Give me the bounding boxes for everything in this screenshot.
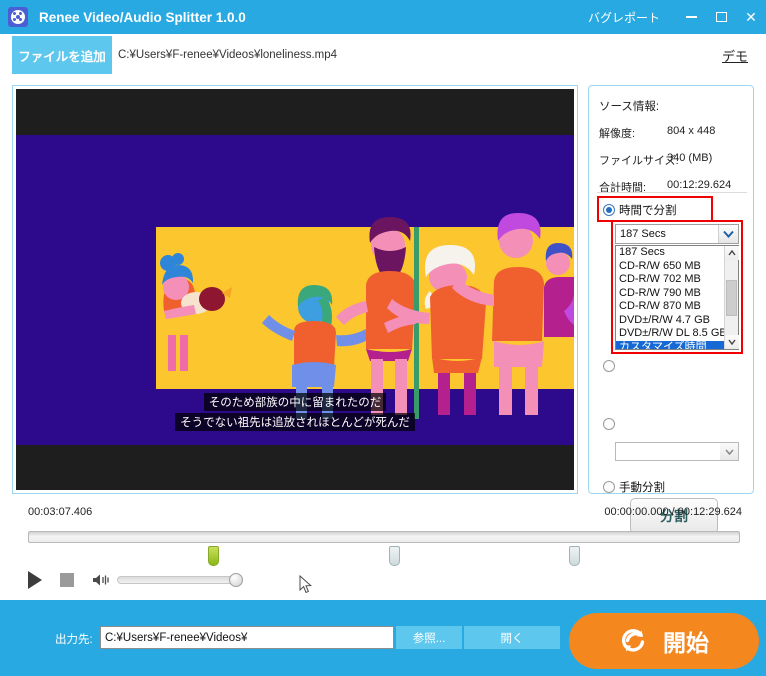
radio-time-split[interactable]: 時間で分割: [603, 202, 677, 218]
stop-icon[interactable]: [60, 573, 74, 587]
current-time-label: 00:03:07.406: [28, 506, 93, 518]
volume-slider[interactable]: [117, 573, 243, 587]
info-row-filesize: ファイルサイズ: 340 (MB): [599, 152, 749, 168]
maximize-button[interactable]: [706, 0, 736, 34]
subtitle-block: そのため部族の中に留まれたのだ そうでない祖先は追放されほとんどが死んだ: [16, 393, 574, 431]
bug-report-link[interactable]: バグレポート: [588, 9, 660, 26]
minimize-button[interactable]: [676, 0, 706, 34]
split-value-dropdown-list[interactable]: 187 Secs CD-R/W 650 MB CD-R/W 702 MB CD-…: [615, 245, 739, 350]
mouse-cursor: [299, 575, 312, 594]
radio-count-split[interactable]: [603, 418, 619, 430]
timeline-marker-2[interactable]: [389, 546, 400, 566]
secondary-combobox[interactable]: [615, 442, 739, 461]
main-body: そのため部族の中に留まれたのだ そうでない祖先は追放されほとんどが死んだ ソース…: [0, 76, 766, 600]
volume-slider-thumb[interactable]: [229, 573, 243, 587]
dropdown-item-3[interactable]: CD-R/W 790 MB: [616, 287, 724, 301]
volume-icon[interactable]: [92, 573, 110, 587]
timeline-scrubber[interactable]: [28, 531, 740, 543]
chevron-down-icon[interactable]: [718, 225, 738, 243]
panel-divider: [597, 192, 747, 193]
options-panel: ソース情報: 解像度: 804 x 448 ファイルサイズ: 340 (MB) …: [588, 85, 754, 534]
title-bar: Renee Video/Audio Splitter 1.0.0 バグレポート …: [0, 0, 766, 34]
browse-button[interactable]: 参照...: [396, 626, 462, 649]
split-value-combobox[interactable]: 187 Secs: [615, 224, 739, 244]
current-file-path: C:¥Users¥F-renee¥Videos¥loneliness.mp4: [118, 49, 338, 61]
dropdown-item-5[interactable]: DVD±/R/W 4.7 GB: [616, 314, 724, 328]
refresh-circular-arrow-icon: [619, 626, 649, 656]
radio-manual-split[interactable]: 手動分割: [603, 479, 665, 495]
source-info-title: ソース情報:: [599, 101, 660, 113]
dropdown-item-4[interactable]: CD-R/W 870 MB: [616, 300, 724, 314]
info-row-resolution: 解像度: 804 x 448: [599, 125, 749, 141]
dropdown-item-1[interactable]: CD-R/W 650 MB: [616, 260, 724, 274]
dropdown-item-0[interactable]: 187 Secs: [616, 246, 724, 260]
filesize-label: ファイルサイズ:: [599, 155, 679, 167]
app-film-reel-icon: [8, 7, 28, 27]
subtitle-line-1: そのため部族の中に留まれたのだ: [203, 393, 387, 411]
radio-manual-split-label: 手動分割: [619, 482, 665, 494]
radio-time-split-indicator: [603, 204, 615, 216]
filesize-value: 340 (MB): [667, 152, 713, 164]
timeline-marker-active[interactable]: [208, 546, 219, 566]
dropdown-items: 187 Secs CD-R/W 650 MB CD-R/W 702 MB CD-…: [616, 246, 724, 349]
video-preview-panel[interactable]: そのため部族の中に留まれたのだ そうでない祖先は追放されほとんどが死んだ: [12, 85, 578, 494]
radio-count-split-indicator: [603, 418, 615, 430]
radio-manual-split-indicator: [603, 481, 615, 493]
app-title: Renee Video/Audio Splitter 1.0.0: [39, 9, 246, 25]
footer-bar: 出力先: 参照... 開く 開始: [0, 600, 766, 676]
scroll-up-icon[interactable]: [724, 246, 739, 260]
scrollbar-thumb[interactable]: [726, 280, 737, 316]
scroll-down-icon[interactable]: [724, 335, 739, 349]
radio-time-split-label: 時間で分割: [619, 205, 677, 217]
add-file-button[interactable]: ファイルを追加: [12, 36, 112, 74]
play-icon[interactable]: [28, 571, 42, 589]
close-icon[interactable]: ✕: [736, 0, 766, 34]
dropdown-item-2[interactable]: CD-R/W 702 MB: [616, 273, 724, 287]
radio-size-split-indicator: [603, 360, 615, 372]
open-folder-button[interactable]: 開く: [464, 626, 560, 649]
start-button-label: 開始: [663, 630, 709, 656]
radio-size-split[interactable]: [603, 360, 619, 372]
dropdown-scrollbar[interactable]: [724, 246, 739, 349]
source-info-block: ソース情報: 解像度: 804 x 448 ファイルサイズ: 340 (MB) …: [599, 98, 749, 206]
video-screen[interactable]: そのため部族の中に留まれたのだ そうでない祖先は追放されほとんどが死んだ: [16, 89, 574, 490]
resolution-value: 804 x 448: [667, 125, 716, 137]
start-button[interactable]: 開始: [569, 613, 759, 669]
dropdown-item-6[interactable]: DVD±/R/W DL 8.5 GB: [616, 327, 724, 341]
toolbar: ファイルを追加 C:¥Users¥F-renee¥Videos¥loneline…: [0, 34, 766, 76]
dropdown-item-7[interactable]: カスタマイズ時間: [616, 340, 724, 349]
video-frame: そのため部族の中に留まれたのだ そうでない祖先は追放されほとんどが死んだ: [16, 135, 574, 445]
resolution-label: 解像度:: [599, 128, 636, 140]
output-path-label: 出力先:: [55, 634, 93, 646]
timeline-marker-3[interactable]: [569, 546, 580, 566]
transport-controls: [28, 571, 243, 589]
secondary-chevron-down-icon[interactable]: [720, 443, 738, 460]
subtitle-line-2: そうでない祖先は追放されほとんどが死んだ: [175, 413, 415, 431]
output-path-input[interactable]: [100, 626, 394, 649]
split-value-text: 187 Secs: [620, 228, 666, 240]
playback-time-label: 00:00:00.000 / 00:12:29.624: [604, 506, 742, 518]
demo-link[interactable]: デモ: [722, 34, 748, 76]
window-controls: バグレポート ✕: [588, 0, 766, 34]
